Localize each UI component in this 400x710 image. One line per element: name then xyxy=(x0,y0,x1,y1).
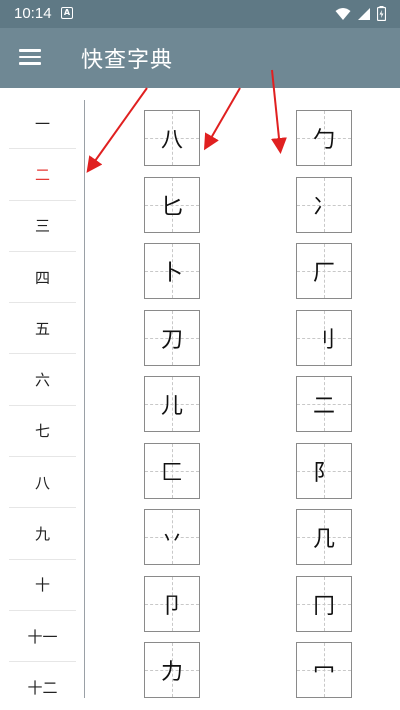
character-glyph: 匕 xyxy=(160,194,183,220)
stroke-item[interactable]: 四 xyxy=(9,252,76,304)
character-glyph: 卜 xyxy=(160,261,183,286)
character-glyph: 卩 xyxy=(160,593,183,619)
stroke-item[interactable]: 十一 xyxy=(9,611,76,663)
character-cell[interactable]: 力 xyxy=(144,642,200,698)
character-cell[interactable]: 丷 xyxy=(144,509,200,565)
character-cell[interactable]: 冖 xyxy=(296,642,352,698)
stroke-item[interactable]: 九 xyxy=(9,508,76,560)
character-glyph: 力 xyxy=(160,660,183,685)
character-glyph: 冂 xyxy=(312,593,335,619)
character-cell[interactable]: 刂 xyxy=(296,309,352,366)
hamburger-menu-icon[interactable] xyxy=(18,46,44,70)
character-cell[interactable]: 卜 xyxy=(144,243,200,299)
character-cell[interactable]: 阝 xyxy=(296,442,352,499)
character-cell[interactable]: 八 xyxy=(144,110,200,166)
stroke-item[interactable]: 十二 xyxy=(9,662,76,710)
character-glyph: 冖 xyxy=(312,660,335,685)
signal-icon xyxy=(358,7,370,20)
character-glyph: 阝 xyxy=(312,460,335,486)
character-cell[interactable]: 匚 xyxy=(144,442,200,499)
character-cell[interactable]: 冫 xyxy=(296,176,352,233)
character-glyph: 刀 xyxy=(160,327,183,353)
stroke-item[interactable]: 三 xyxy=(9,201,76,252)
app-bar: 快查字典 xyxy=(0,28,400,88)
stroke-item[interactable]: 七 xyxy=(9,406,76,458)
character-glyph: 勹 xyxy=(312,128,335,153)
status-icons xyxy=(335,6,386,21)
stroke-item[interactable]: 八 xyxy=(9,457,76,509)
notification-icon: A xyxy=(61,7,73,19)
vertical-divider xyxy=(84,100,85,698)
character-cell[interactable]: 几 xyxy=(296,509,352,565)
character-cell[interactable]: 冂 xyxy=(296,575,352,632)
character-cell[interactable]: 匕 xyxy=(144,176,200,233)
character-glyph: 匚 xyxy=(160,460,183,486)
character-glyph: 厂 xyxy=(312,261,335,286)
character-glyph: 丷 xyxy=(160,527,183,552)
character-cell[interactable]: 二 xyxy=(296,376,352,432)
arrow-to-left-column xyxy=(203,87,241,151)
status-bar: 10:14 A xyxy=(0,0,400,28)
character-cell[interactable]: 卩 xyxy=(144,575,200,632)
stroke-item[interactable]: 五 xyxy=(9,303,76,355)
stroke-item[interactable]: 一 xyxy=(9,98,76,150)
character-cell[interactable]: 儿 xyxy=(144,376,200,432)
character-glyph: 二 xyxy=(312,394,335,419)
stroke-item[interactable]: 六 xyxy=(9,354,76,406)
battery-charging-icon xyxy=(377,6,386,21)
wifi-icon xyxy=(335,7,351,20)
app-title: 快查字典 xyxy=(81,48,174,73)
stroke-item-selected[interactable]: 二 xyxy=(9,149,76,201)
character-glyph: 刂 xyxy=(312,327,335,353)
character-glyph: 冫 xyxy=(312,194,335,220)
stroke-count-list: 一 二 三 四 五 六 七 八 九 十 十一 十二 xyxy=(9,98,76,710)
status-time: 10:14 xyxy=(14,5,52,22)
character-glyph: 几 xyxy=(312,527,335,552)
arrow-to-stroke-list xyxy=(86,87,148,173)
stroke-item[interactable]: 十 xyxy=(9,560,76,611)
character-cell[interactable]: 勹 xyxy=(296,110,352,166)
character-cell[interactable]: 厂 xyxy=(296,243,352,299)
character-cell[interactable]: 刀 xyxy=(144,309,200,366)
character-glyph: 八 xyxy=(160,128,183,153)
character-glyph: 儿 xyxy=(160,394,183,419)
